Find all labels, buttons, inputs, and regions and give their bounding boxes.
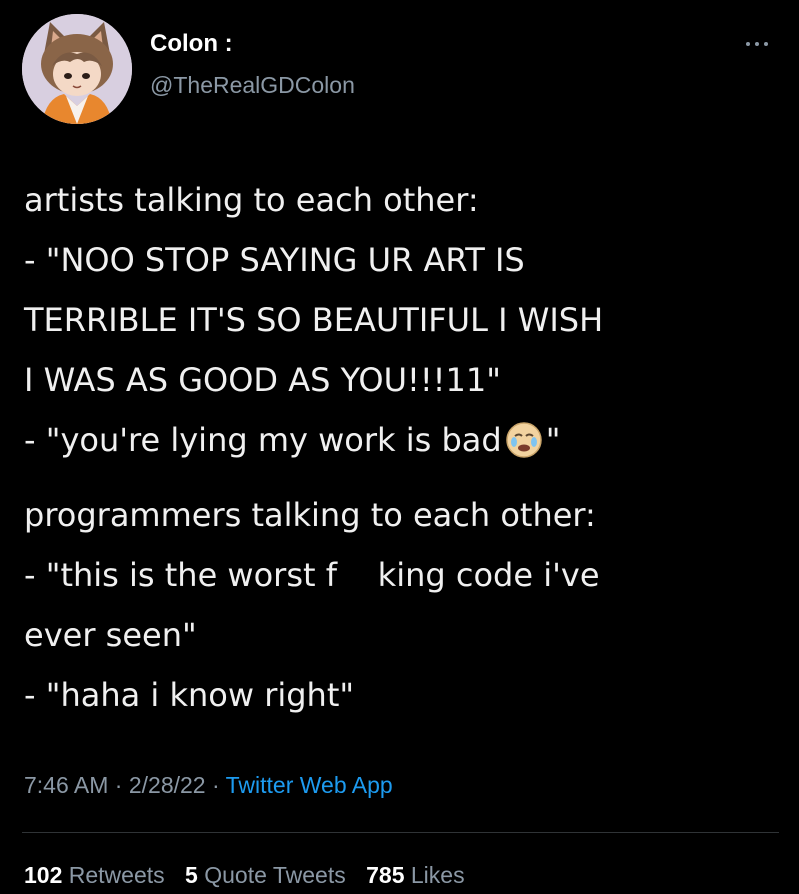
tweet-line: - "this is the worst f king code i've (24, 556, 600, 594)
tweet-line-segment: " (545, 421, 561, 459)
tweet-text: artists talking to each other: - "NOO ST… (24, 170, 794, 725)
tweet-line: TERRIBLE IT'S SO BEAUTIFUL I WISH (24, 301, 604, 339)
likes-label: Likes (410, 862, 465, 888)
tweet-stats: 102 Retweets 5 Quote Tweets 785 Likes (24, 862, 479, 889)
more-dots-icon (746, 42, 768, 46)
retweets-label: Retweets (68, 862, 165, 888)
divider (22, 832, 779, 833)
retweets-count: 102 (24, 862, 63, 888)
quote-tweets-label: Quote Tweets (204, 862, 346, 888)
tweet-meta: 7:46 AM · 2/28/22 · Twitter Web App (24, 772, 393, 799)
tweet-date[interactable]: 2/28/22 (129, 772, 206, 798)
user-handle[interactable]: @TheRealGDColon (150, 72, 355, 99)
tweet-line: ever seen" (24, 616, 197, 654)
cat-girl-avatar-icon (22, 14, 132, 124)
retweets-stat[interactable]: 102 Retweets (24, 862, 165, 888)
likes-stat[interactable]: 785 Likes (366, 862, 464, 888)
tweet-line: artists talking to each other: (24, 181, 479, 219)
meta-separator: · (108, 772, 129, 798)
tweet-line-with-emoji: - "you're lying my work is bad " (24, 410, 794, 470)
tweet-time[interactable]: 7:46 AM (24, 772, 108, 798)
tweet-line: - "haha i know right" (24, 676, 355, 714)
quote-tweets-stat[interactable]: 5 Quote Tweets (185, 862, 346, 888)
tweet-line: programmers talking to each other: (24, 496, 596, 534)
likes-count: 785 (366, 862, 405, 888)
crying-face-emoji-icon (505, 421, 543, 459)
avatar[interactable] (22, 14, 132, 124)
display-name[interactable]: Colon : (150, 30, 233, 58)
quote-tweets-count: 5 (185, 862, 198, 888)
meta-separator: · (205, 772, 226, 798)
tweet-line: - "NOO STOP SAYING UR ART IS (24, 241, 525, 279)
more-options-button[interactable] (738, 32, 778, 56)
tweet-source-link[interactable]: Twitter Web App (226, 772, 393, 798)
tweet-line: I WAS AS GOOD AS YOU!!!11" (24, 361, 501, 399)
tweet: Colon : @TheRealGDColon artists talking … (0, 0, 799, 894)
tweet-line-segment: - "you're lying my work is bad (24, 421, 502, 459)
